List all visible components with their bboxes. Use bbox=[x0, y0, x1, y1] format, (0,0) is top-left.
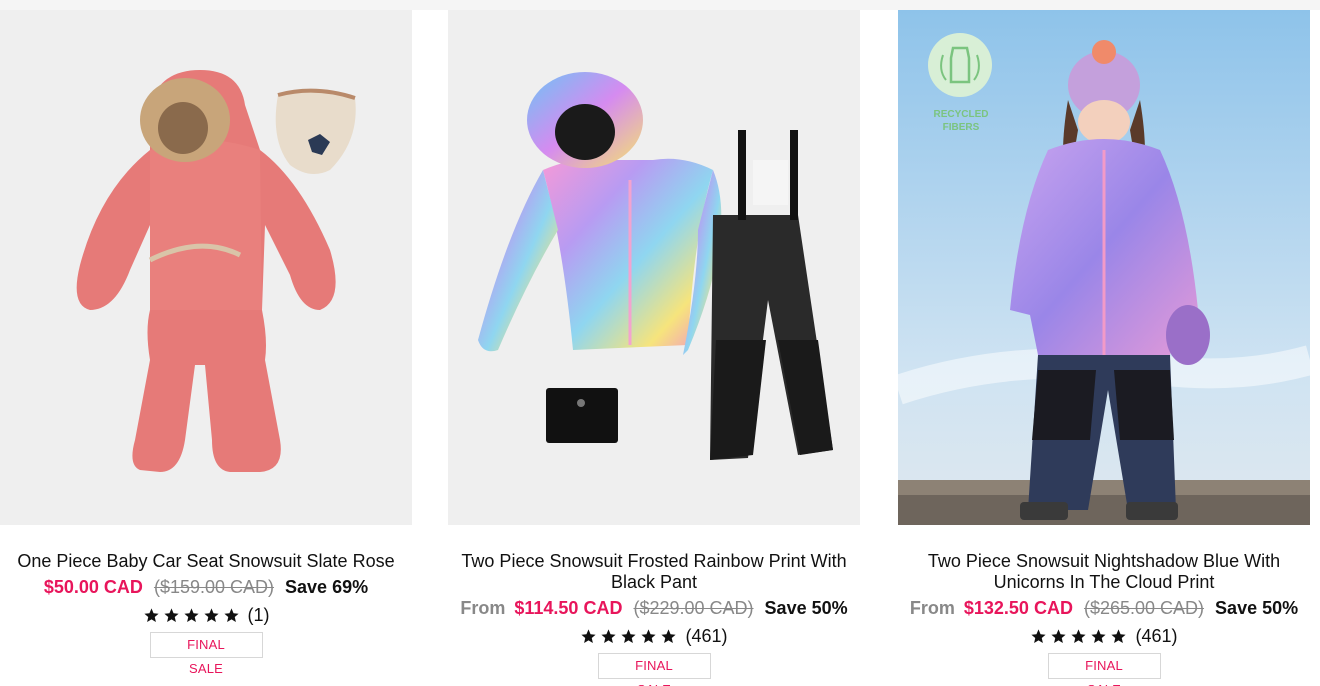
product-card: Two Piece Snowsuit Frosted Rainbow Print… bbox=[448, 10, 860, 686]
review-count: (1) bbox=[247, 605, 270, 625]
review-count: (461) bbox=[1135, 626, 1178, 646]
final-sale-badge: FINAL SALE bbox=[1047, 653, 1161, 686]
star-rating bbox=[1030, 628, 1127, 645]
product-card: RECYCLED FIBERS Two Piece Snowsuit Night… bbox=[898, 10, 1310, 686]
product-rating[interactable]: (461) bbox=[898, 625, 1310, 647]
star-rating bbox=[143, 607, 240, 624]
star-rating bbox=[580, 628, 677, 645]
star-icon bbox=[661, 628, 677, 643]
sale-price: $132.50 CAD bbox=[963, 598, 1073, 618]
recycled-fibers-badge: RECYCLED FIBERS bbox=[933, 109, 989, 133]
product-image-link[interactable] bbox=[448, 10, 860, 525]
product-rating[interactable]: (461) bbox=[448, 625, 860, 647]
savings-label: Save 50% bbox=[764, 598, 848, 618]
star-icon bbox=[1051, 628, 1067, 643]
price-row: From $132.50 CAD ($265.00 CAD) Save 50% bbox=[898, 597, 1310, 619]
star-icon bbox=[163, 607, 179, 622]
rainbow-jacket-black-pant-image bbox=[448, 10, 860, 525]
pink-baby-snowsuit-image bbox=[0, 10, 412, 525]
star-icon bbox=[621, 628, 637, 643]
original-price: ($265.00 CAD) bbox=[1083, 598, 1205, 618]
star-icon bbox=[641, 628, 657, 643]
star-icon bbox=[1091, 628, 1107, 643]
sale-price: $114.50 CAD bbox=[514, 598, 623, 618]
original-price: ($229.00 CAD) bbox=[633, 598, 754, 618]
product-rating[interactable]: (1) bbox=[0, 604, 412, 626]
child-wearing-snowsuit-image bbox=[898, 10, 1310, 525]
review-count: (461) bbox=[685, 626, 728, 646]
price-row: $50.00 CAD ($159.00 CAD) Save 69% bbox=[0, 576, 412, 598]
savings-label: Save 50% bbox=[1215, 598, 1299, 618]
star-icon bbox=[143, 607, 159, 622]
star-icon bbox=[1031, 628, 1047, 643]
product-image-link[interactable] bbox=[0, 10, 412, 525]
star-icon bbox=[581, 628, 597, 643]
from-label: From bbox=[460, 598, 506, 618]
final-sale-badge: FINAL SALE bbox=[597, 653, 711, 686]
final-sale-badge: FINAL SALE bbox=[149, 632, 263, 676]
star-icon bbox=[183, 607, 199, 622]
product-title[interactable]: One Piece Baby Car Seat Snowsuit Slate R… bbox=[0, 551, 412, 572]
star-icon bbox=[203, 607, 219, 622]
recycled-badge-icon bbox=[928, 33, 992, 97]
top-divider bbox=[0, 0, 1320, 10]
star-icon bbox=[223, 607, 239, 622]
star-icon bbox=[601, 628, 617, 643]
product-title[interactable]: Two Piece Snowsuit Nightshadow Blue With… bbox=[898, 551, 1310, 593]
savings-label: Save 69% bbox=[285, 577, 369, 597]
product-title[interactable]: Two Piece Snowsuit Frosted Rainbow Print… bbox=[448, 551, 860, 593]
product-image-link[interactable]: RECYCLED FIBERS bbox=[898, 10, 1310, 525]
price-row: From $114.50 CAD ($229.00 CAD) Save 50% bbox=[448, 597, 860, 619]
star-icon bbox=[1111, 628, 1127, 643]
original-price: ($159.00 CAD) bbox=[153, 577, 275, 597]
product-card: One Piece Baby Car Seat Snowsuit Slate R… bbox=[0, 10, 412, 678]
sale-price: $50.00 CAD bbox=[43, 577, 143, 597]
from-label: From bbox=[909, 598, 955, 618]
star-icon bbox=[1071, 628, 1087, 643]
